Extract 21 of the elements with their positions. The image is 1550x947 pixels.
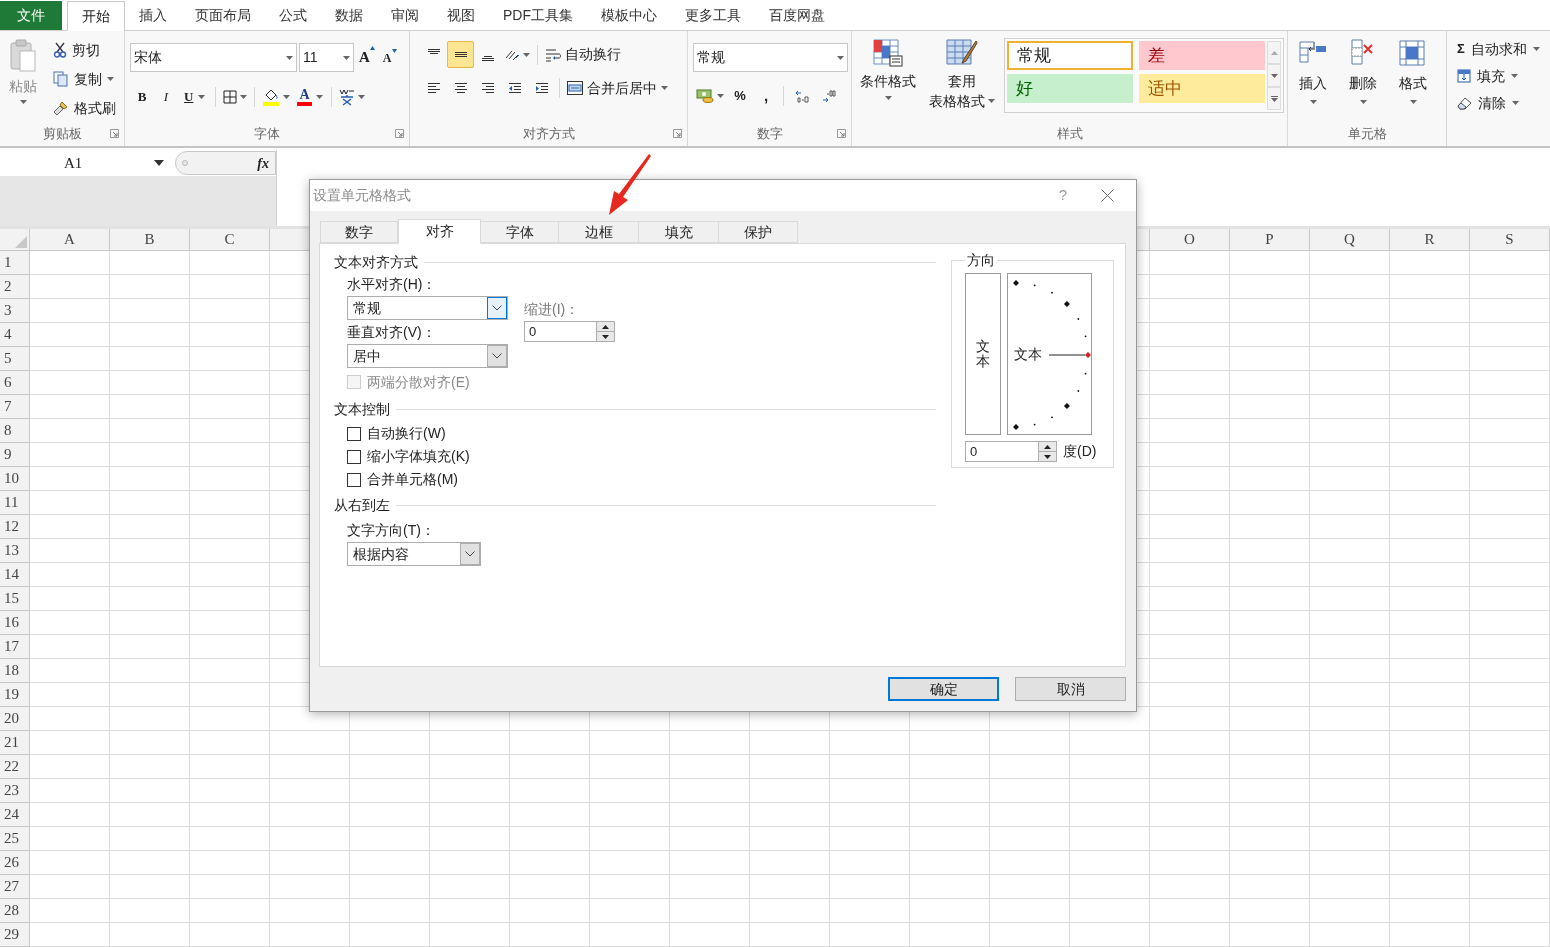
group-label: 样式 bbox=[1056, 125, 1083, 144]
field-label: 文字方向(T)： bbox=[347, 521, 435, 540]
group-label: 数字 bbox=[756, 125, 783, 144]
group-label: 字体 bbox=[254, 125, 280, 144]
section-heading: 文本对齐方式 bbox=[334, 252, 418, 272]
section-heading: 从右到左 bbox=[334, 495, 390, 515]
field-label: 缩进(I)： bbox=[524, 299, 580, 319]
field-label: 度(D) bbox=[1063, 442, 1097, 461]
checkbox-label: 两端分散对齐(E) bbox=[367, 372, 470, 392]
dialog-title: 设置单元格格式 bbox=[313, 186, 411, 205]
group-label: 剪贴板 bbox=[42, 125, 82, 144]
group-label: 单元格 bbox=[1347, 125, 1387, 144]
group-label: 对齐方式 bbox=[522, 125, 575, 144]
section-heading: 方向 bbox=[966, 251, 996, 270]
checkbox-label: 自动换行(W) bbox=[367, 424, 446, 443]
checkbox-label: 合并单元格(M) bbox=[367, 470, 458, 489]
field-label: 水平对齐(H)： bbox=[347, 274, 437, 294]
field-label: 垂直对齐(V)： bbox=[347, 322, 436, 342]
dial-text: 文本 bbox=[1014, 345, 1042, 363]
checkbox-label: 缩小字体填充(K) bbox=[367, 447, 470, 466]
section-heading: 文本控制 bbox=[334, 399, 390, 419]
